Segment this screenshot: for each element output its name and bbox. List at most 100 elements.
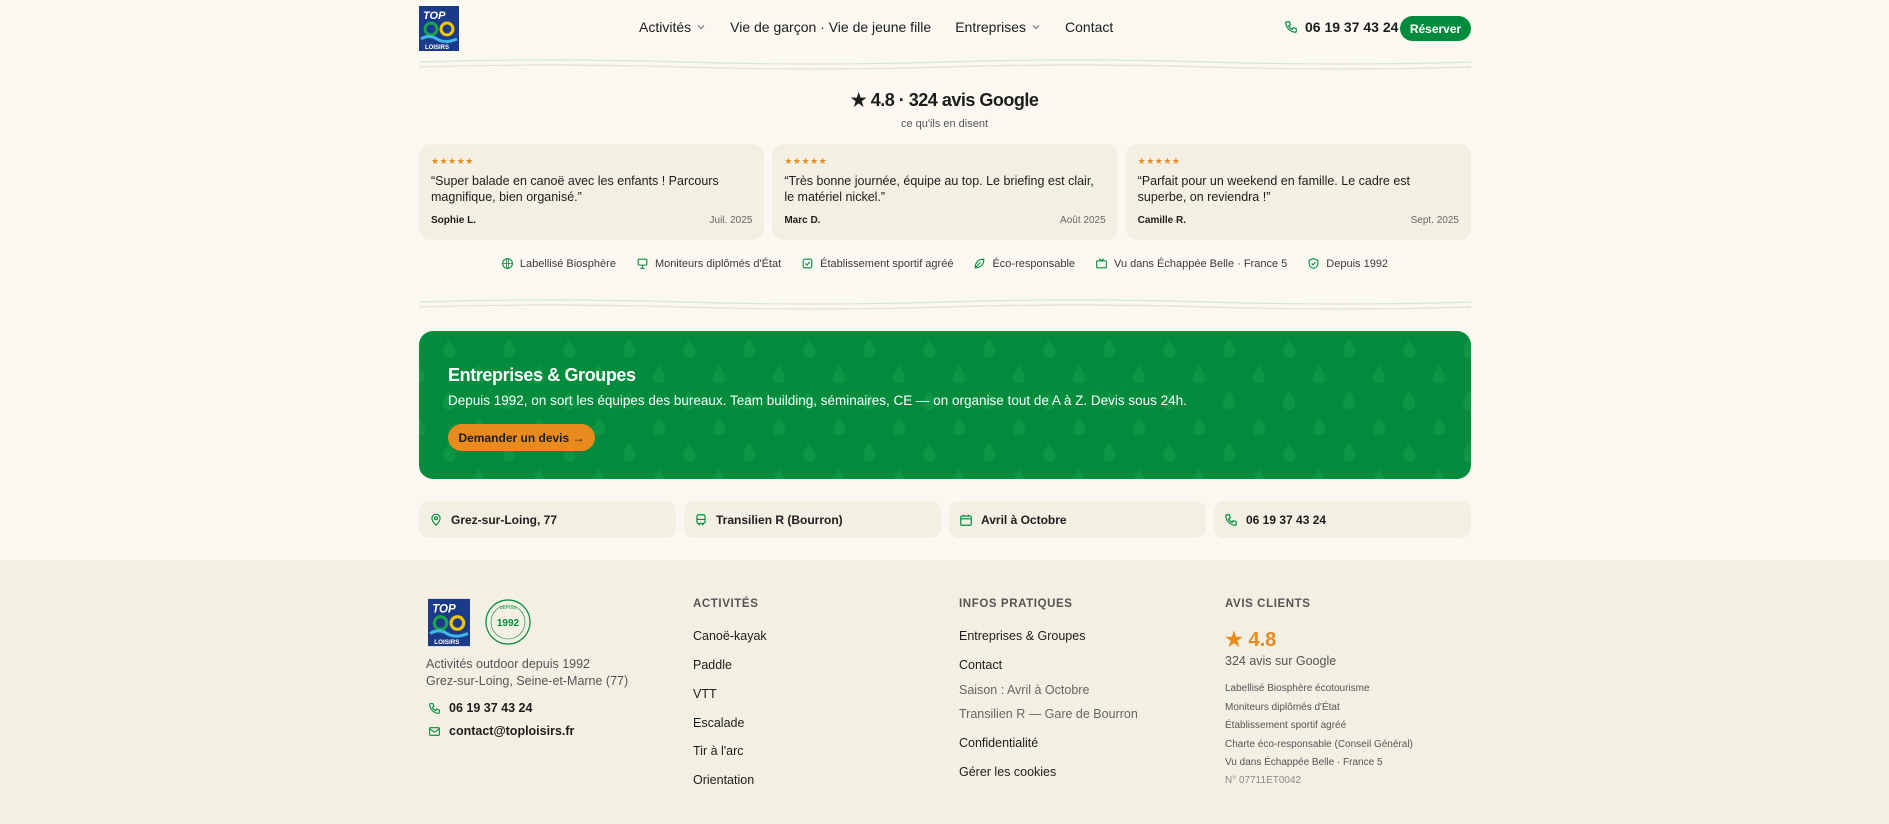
- badge-agree: Établissement sportif agréé: [801, 257, 953, 270]
- info-label: Grez-sur-Loing, 77: [451, 512, 558, 527]
- info-label: Avril à Octobre: [981, 512, 1067, 527]
- nav-contact-label: Contact: [1065, 19, 1114, 35]
- footer-link-cookies[interactable]: Gérer les cookies: [959, 765, 1056, 779]
- request-quote-button[interactable]: Demander un devis →: [448, 424, 595, 451]
- phone-icon: [1225, 513, 1237, 526]
- footer-registration-number: N° 07711ET0042: [1225, 775, 1302, 786]
- review-text: “Parfait pour un weekend en famille. Le …: [1137, 174, 1411, 204]
- footer-reviews-heading: AVIS CLIENTS: [1225, 598, 1311, 610]
- badge-biosphere: Labellisé Biosphère: [501, 257, 616, 270]
- footer-transport: Transilien R — Gare de Bourron: [959, 707, 1138, 721]
- review-author: Camille R.: [1137, 215, 1187, 226]
- review-card: ★★★★★ “Très bonne journée, équipe au top…: [772, 144, 1118, 240]
- footer-email-address: contact@toploisirs.fr: [449, 724, 575, 738]
- footer-link-contact[interactable]: Contact: [959, 658, 1002, 672]
- footer-review-count: 324 avis sur Google: [1225, 654, 1337, 668]
- info-phone[interactable]: 06 19 37 43 24: [1214, 501, 1471, 538]
- seal-year: 1992: [497, 618, 520, 629]
- nav-evjf-evg-label: Vie de garçon · Vie de jeune fille: [730, 19, 932, 35]
- footer-season: Saison : Avril à Octobre: [959, 683, 1090, 697]
- train-icon: [696, 513, 706, 526]
- review-text: “Très bonne journée, équipe au top. Le b…: [784, 174, 1094, 204]
- shield-check-icon: [1308, 258, 1319, 269]
- badge-label: Moniteurs diplômés d'État: [654, 257, 782, 270]
- footer-label: Vu dans Échappée Belle · France 5: [1225, 757, 1383, 768]
- footer-about-line1: Activités outdoor depuis 1992: [426, 657, 590, 671]
- footer-infos-heading: INFOS PRATIQUES: [959, 598, 1073, 610]
- leaf-icon: [975, 258, 985, 269]
- badge-label: Depuis 1992: [1326, 257, 1389, 270]
- star-rating: ★★★★★: [784, 156, 828, 166]
- badge-moniteurs: Moniteurs diplômés d'État: [636, 257, 781, 270]
- footer-rating: ★ 4.8: [1225, 629, 1277, 651]
- header-phone-number: 06 19 37 43 24: [1305, 19, 1399, 35]
- site-footer: TOP LOISIRS DEPUIS 1992 Activités outdoo…: [0, 560, 1889, 824]
- review-author: Marc D.: [784, 215, 821, 226]
- instructor-icon: [637, 258, 648, 269]
- wave-divider: [419, 59, 1471, 70]
- info-season: Avril à Octobre: [949, 501, 1206, 538]
- badge-label: Vu dans Échappée Belle · France 5: [1114, 257, 1288, 270]
- info-transport: Transilien R (Bourron): [684, 501, 941, 538]
- svg-text:TOP: TOP: [423, 10, 446, 22]
- footer-phone-link[interactable]: 06 19 37 43 24: [428, 701, 532, 715]
- nav-entreprises-label: Entreprises: [955, 19, 1027, 35]
- depuis-1992-seal: DEPUIS 1992: [485, 599, 531, 645]
- chevron-down-icon: [697, 25, 705, 30]
- info-label: Transilien R (Bourron): [716, 512, 843, 527]
- banner-title: Entreprises & Groupes: [448, 365, 636, 385]
- badge-tv: Vu dans Échappée Belle · France 5: [1095, 257, 1287, 270]
- reserve-button[interactable]: Réserver: [1400, 16, 1471, 41]
- calendar-icon: [960, 514, 972, 526]
- nav-evjf-evg[interactable]: Vie de garçon · Vie de jeune fille: [730, 19, 931, 35]
- site-header: TOP LOISIRS Activités Vie de garçon · Vi…: [0, 0, 1889, 58]
- footer-logo[interactable]: TOP LOISIRS: [428, 597, 470, 648]
- wave-divider: [419, 299, 1471, 310]
- chevron-down-icon: [1032, 25, 1040, 30]
- footer-label: Établissement sportif agréé: [1225, 720, 1347, 731]
- badge-depuis: Depuis 1992: [1307, 257, 1388, 270]
- nav-contact[interactable]: Contact: [1065, 19, 1113, 35]
- main-nav: Activités Vie de garçon · Vie de jeune f…: [639, 19, 1113, 35]
- footer-label: Moniteurs diplômés d'État: [1225, 702, 1340, 713]
- seal-top-text: DEPUIS: [500, 605, 517, 610]
- globe-icon: [502, 258, 513, 269]
- review-date: Sept. 2025: [1410, 215, 1459, 226]
- review-cards: ★★★★★ “Super balade en canoë avec les en…: [419, 144, 1471, 240]
- footer-link-canoe[interactable]: Canoë-kayak: [693, 629, 767, 643]
- footer-link-tir-arc[interactable]: Tir à l'arc: [693, 744, 744, 758]
- footer-label: Labellisé Biosphère écotourisme: [1225, 683, 1370, 694]
- star-rating: ★★★★★: [431, 156, 474, 166]
- reviews-subtitle: ce qu'ils en disent: [900, 118, 989, 130]
- nav-entreprises[interactable]: Entreprises: [955, 19, 1041, 35]
- footer-link-entreprises[interactable]: Entreprises & Groupes: [959, 629, 1085, 643]
- review-text: “Super balade en canoë avec les enfants …: [431, 174, 719, 204]
- entreprises-banner: Entreprises & Groupes Depuis 1992, on so…: [419, 331, 1471, 479]
- review-card: ★★★★★ “Super balade en canoë avec les en…: [419, 144, 765, 240]
- badge-label: Établissement sportif agréé: [820, 257, 954, 270]
- svg-text:LOISIRS: LOISIRS: [434, 639, 459, 646]
- footer-link-privacy[interactable]: Confidentialité: [959, 736, 1038, 750]
- badge-eco: Éco-responsable: [973, 257, 1075, 270]
- banner-text: Depuis 1992, on sort les équipes des bur…: [448, 393, 1187, 408]
- review-date: Juil. 2025: [709, 215, 753, 226]
- info-pills: Grez-sur-Loing, 77 Transilien R (Bourron…: [419, 501, 1471, 538]
- footer-link-escalade[interactable]: Escalade: [693, 716, 744, 730]
- footer-activities-heading: ACTIVITÉS: [693, 598, 759, 610]
- badge-label: Éco-responsable: [992, 257, 1076, 270]
- header-phone-link[interactable]: 06 19 37 43 24: [1284, 19, 1398, 35]
- footer-link-paddle[interactable]: Paddle: [693, 658, 732, 672]
- nav-activites[interactable]: Activités: [639, 19, 706, 35]
- map-pin-icon: [431, 513, 441, 526]
- nav-activites-label: Activités: [639, 19, 692, 35]
- footer-about-line2: Grez-sur-Loing, Seine-et-Marne (77): [426, 674, 629, 688]
- footer-label: Charte éco-responsable (Conseil Général): [1225, 739, 1413, 750]
- review-date: Août 2025: [1060, 215, 1106, 226]
- footer-link-vtt[interactable]: VTT: [693, 687, 717, 701]
- footer-email-link[interactable]: contact@toploisirs.fr: [428, 724, 574, 738]
- badge-label: Labellisé Biosphère: [519, 257, 616, 270]
- svg-text:LOISIRS: LOISIRS: [425, 45, 449, 51]
- footer-link-orientation[interactable]: Orientation: [693, 773, 754, 787]
- top-loisirs-logo[interactable]: TOP LOISIRS: [419, 6, 459, 51]
- trust-badges: Labellisé Biosphère Moniteurs diplômés d…: [0, 257, 1889, 270]
